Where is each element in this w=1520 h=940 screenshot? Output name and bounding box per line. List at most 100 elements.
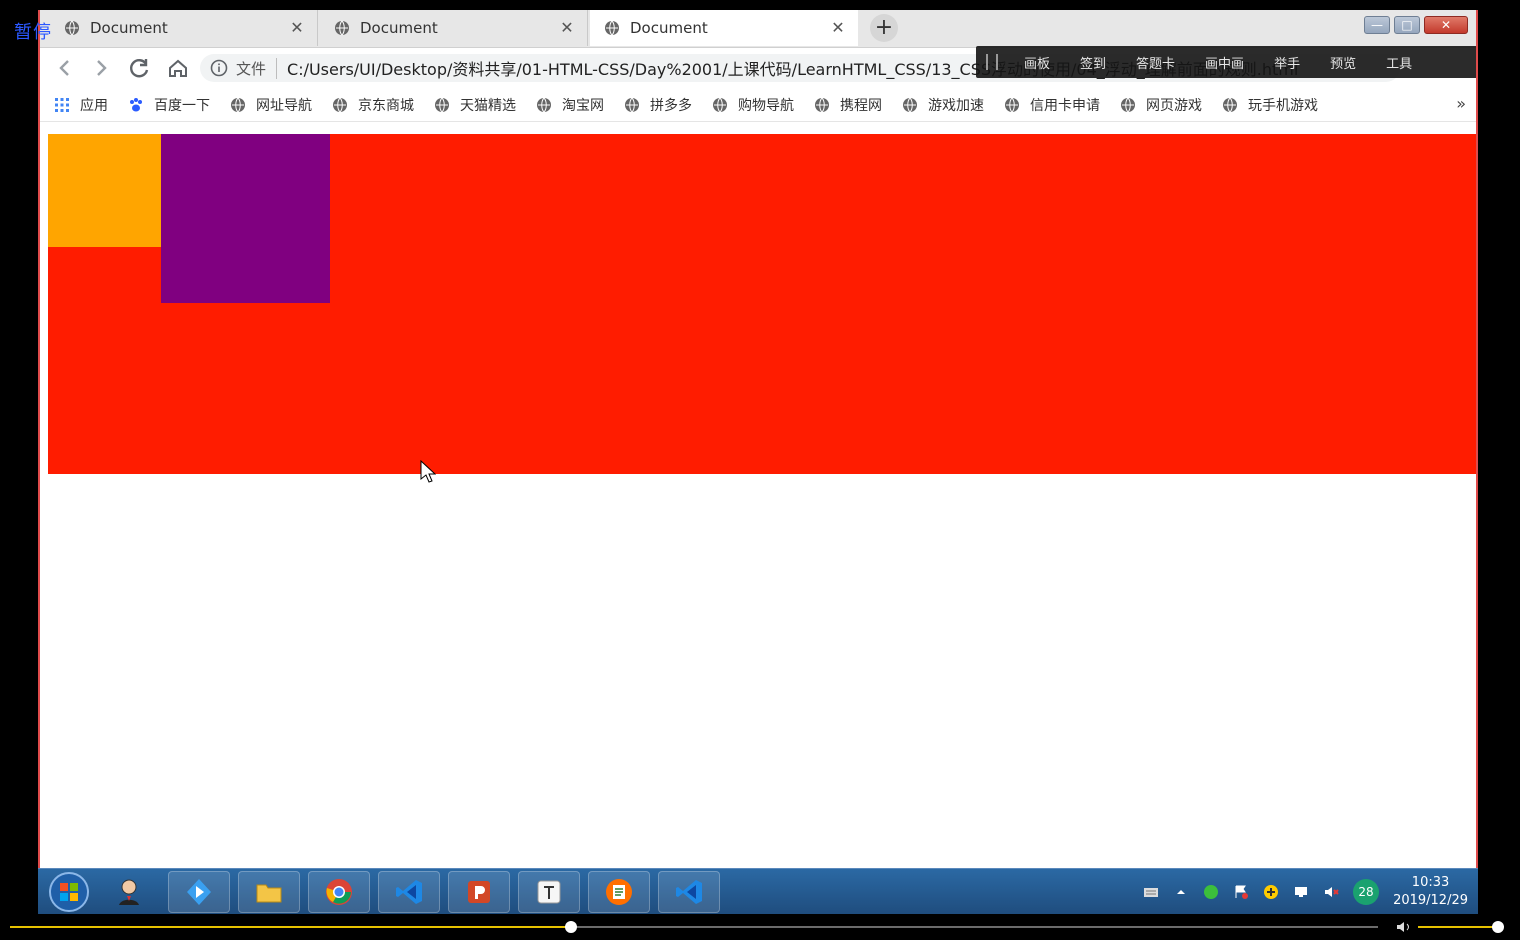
bookmark-label: 京东商城 bbox=[358, 97, 414, 114]
globe-icon bbox=[1223, 97, 1237, 112]
minimize-button[interactable]: — bbox=[1364, 16, 1390, 34]
tab-document-3-active[interactable]: Document ✕ bbox=[590, 10, 858, 46]
green-network-icon[interactable] bbox=[1203, 884, 1219, 900]
taskbar-file-explorer[interactable] bbox=[238, 870, 300, 913]
globe-icon bbox=[713, 97, 727, 112]
globe-icon bbox=[435, 97, 449, 112]
volume-track[interactable] bbox=[1418, 926, 1498, 928]
taskbar-media-player[interactable] bbox=[168, 870, 230, 913]
tab-document-2[interactable]: Document ✕ bbox=[320, 10, 588, 46]
globe-icon bbox=[65, 20, 79, 36]
page-content bbox=[40, 122, 1476, 868]
bookmark-ctrip[interactable]: 携程网 bbox=[814, 95, 882, 115]
taskbar-chrome[interactable] bbox=[308, 870, 370, 913]
powerpoint-icon bbox=[468, 880, 490, 903]
taskbar-vscode-2[interactable] bbox=[658, 870, 720, 913]
forward-arrow-icon[interactable] bbox=[88, 54, 116, 82]
globe-icon bbox=[333, 97, 347, 112]
volume-knob[interactable] bbox=[1492, 921, 1504, 933]
bookmark-label: 淘宝网 bbox=[562, 97, 604, 114]
tray-count-badge[interactable]: 28 bbox=[1353, 879, 1380, 905]
reload-icon[interactable] bbox=[126, 54, 154, 82]
bookmark-label: 携程网 bbox=[840, 97, 882, 114]
bookmark-apps[interactable]: 应用 bbox=[54, 95, 108, 115]
keyboard-icon[interactable] bbox=[1143, 884, 1159, 900]
recorder-item-pip[interactable]: 画中画 bbox=[1205, 53, 1244, 72]
home-icon[interactable] bbox=[164, 54, 192, 82]
bookmark-site-nav[interactable]: 网址导航 bbox=[230, 95, 312, 115]
bookmark-label: 信用卡申请 bbox=[1030, 97, 1100, 114]
folder-icon bbox=[256, 884, 282, 902]
bookmark-game-accel[interactable]: 游戏加速 bbox=[902, 95, 984, 115]
bookmarks-bar: 应用 百度一下 网址导航 京东商城 天猫精选 淘宝网 拼多多 购物导航 携程网 … bbox=[40, 88, 1476, 122]
person-avatar-icon bbox=[119, 879, 139, 905]
tab-title: Document bbox=[90, 19, 168, 37]
bookmark-baidu[interactable]: 百度一下 bbox=[128, 95, 210, 115]
notepad-icon bbox=[606, 878, 632, 905]
clock[interactable]: 10:33 2019/12/29 bbox=[1393, 874, 1468, 910]
flag-alert-icon[interactable] bbox=[1233, 884, 1249, 900]
tab-title: Document bbox=[360, 19, 438, 37]
taskbar-notepad[interactable] bbox=[588, 870, 650, 913]
start-orb-icon[interactable] bbox=[48, 871, 90, 913]
bookmark-label: 游戏加速 bbox=[928, 97, 984, 114]
recorder-item-signin[interactable]: 签到 bbox=[1080, 53, 1106, 72]
close-tab-icon[interactable]: ✕ bbox=[289, 20, 305, 36]
tab-title: Document bbox=[630, 19, 708, 37]
seek-track[interactable] bbox=[10, 921, 1378, 933]
recorder-item-answer-card[interactable]: 答题卡 bbox=[1136, 53, 1175, 72]
file-scheme-label: 文件 bbox=[236, 57, 278, 79]
taskbar-vscode[interactable] bbox=[378, 870, 440, 913]
bookmark-tmall[interactable]: 天猫精选 bbox=[434, 95, 516, 115]
bookmark-credit-card[interactable]: 信用卡申请 bbox=[1004, 95, 1100, 115]
recorder-item-raise-hand[interactable]: 举手 bbox=[1274, 53, 1300, 72]
orange-float-box bbox=[48, 134, 161, 247]
clock-time: 10:33 bbox=[1411, 875, 1450, 890]
globe-icon bbox=[1121, 97, 1135, 112]
bookmark-label: 网址导航 bbox=[256, 97, 312, 114]
maximize-button[interactable]: □ bbox=[1394, 16, 1420, 34]
globe-icon bbox=[231, 97, 245, 112]
bookmarks-overflow-chevron-icon[interactable]: » bbox=[1456, 94, 1466, 113]
close-tab-icon[interactable]: ✕ bbox=[830, 20, 846, 36]
recorder-item-tools[interactable]: 工具 bbox=[1386, 53, 1412, 72]
chevron-up-icon[interactable] bbox=[1173, 884, 1189, 900]
globe-icon bbox=[625, 97, 639, 112]
bookmark-shopping-nav[interactable]: 购物导航 bbox=[712, 95, 794, 115]
network-icon[interactable] bbox=[1293, 884, 1309, 900]
system-tray: 28 10:33 2019/12/29 bbox=[1143, 869, 1468, 915]
volume-muted-icon[interactable] bbox=[1323, 884, 1339, 900]
bookmark-pinduoduo[interactable]: 拼多多 bbox=[624, 95, 692, 115]
bookmark-taobao[interactable]: 淘宝网 bbox=[536, 95, 604, 115]
back-arrow-icon[interactable] bbox=[50, 54, 78, 82]
apps-grid-icon bbox=[55, 97, 69, 112]
bookmark-web-games[interactable]: 网页游戏 bbox=[1120, 95, 1202, 115]
bookmark-label: 购物导航 bbox=[738, 97, 794, 114]
purple-float-box bbox=[161, 134, 330, 303]
bookmark-jd[interactable]: 京东商城 bbox=[332, 95, 414, 115]
bookmark-mobile-games[interactable]: 玩手机游戏 bbox=[1222, 95, 1318, 115]
plus-badge-icon[interactable] bbox=[1263, 884, 1279, 900]
globe-icon bbox=[605, 20, 619, 36]
overlay-pause-label[interactable]: 暂停 bbox=[14, 18, 52, 44]
globe-icon bbox=[537, 97, 551, 112]
close-window-button[interactable]: ✕ bbox=[1424, 16, 1468, 34]
taskbar-contact-avatar[interactable] bbox=[98, 871, 160, 913]
seek-knob[interactable] bbox=[564, 921, 577, 933]
drag-handle-icon[interactable] bbox=[986, 54, 998, 70]
recorder-item-preview[interactable]: 预览 bbox=[1330, 53, 1356, 72]
new-tab-button[interactable]: + bbox=[870, 14, 898, 42]
windows-taskbar: 28 10:33 2019/12/29 bbox=[38, 868, 1478, 914]
globe-icon bbox=[335, 20, 349, 36]
taskbar-powerpoint[interactable] bbox=[448, 870, 510, 913]
video-player-bar bbox=[0, 914, 1520, 940]
bookmark-label: 应用 bbox=[80, 97, 108, 114]
chrome-icon bbox=[326, 878, 352, 905]
tab-document-1[interactable]: Document ✕ bbox=[50, 10, 318, 46]
recorder-item-canvas[interactable]: 画板 bbox=[1024, 53, 1050, 72]
vscode-icon bbox=[676, 879, 702, 904]
info-icon[interactable] bbox=[210, 59, 228, 77]
taskbar-typora[interactable] bbox=[518, 870, 580, 913]
volume-icon[interactable] bbox=[1396, 920, 1412, 934]
close-tab-icon[interactable]: ✕ bbox=[559, 20, 575, 36]
